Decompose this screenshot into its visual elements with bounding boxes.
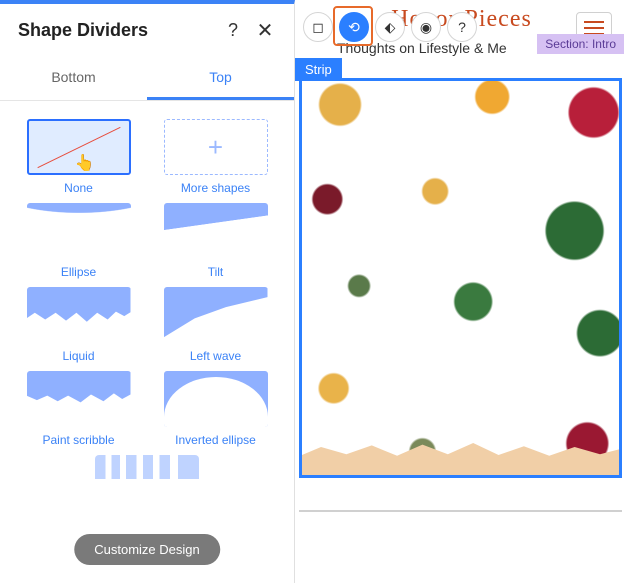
preview-next-section — [299, 510, 622, 560]
option-liquid[interactable]: Liquid — [27, 287, 131, 363]
panel-header: Shape Dividers ? ✕ — [0, 4, 294, 57]
toolbar-stop-button[interactable]: ◻ — [303, 12, 333, 42]
option-none[interactable]: 👆 None — [27, 119, 131, 195]
tabs: Bottom Top — [0, 57, 294, 101]
eye-icon: ◉ — [420, 19, 432, 36]
help-button[interactable]: ? — [222, 20, 244, 41]
close-button[interactable]: ✕ — [254, 18, 276, 43]
preview-area: Honor Pieces Thoughts on Lifestyle & Me … — [295, 0, 628, 583]
liquid-tile — [27, 287, 131, 343]
strip-preview[interactable] — [299, 78, 622, 478]
ellipse-tile — [27, 203, 131, 259]
toolbar-help-button[interactable]: ? — [447, 12, 477, 42]
option-more-label: More shapes — [181, 181, 250, 195]
option-ellipse[interactable]: Ellipse — [27, 203, 131, 279]
option-more-shapes[interactable]: + More shapes — [164, 119, 268, 195]
option-tilt[interactable]: Tilt — [164, 203, 268, 279]
option-liquid-label: Liquid — [62, 349, 94, 363]
help-icon: ? — [458, 19, 466, 35]
option-extra-peek[interactable] — [95, 455, 199, 479]
toolbar-rotate-button[interactable]: ⟲ — [339, 12, 369, 42]
editor-toolbar: ◻ ⟲ ⬖ ◉ ? — [303, 12, 477, 42]
leftwave-tile — [164, 287, 268, 343]
paint-tile — [27, 371, 131, 427]
inv-ellipse-tile — [164, 371, 268, 427]
customize-design-button[interactable]: Customize Design — [74, 534, 220, 565]
option-tilt-label: Tilt — [208, 265, 224, 279]
preview-background — [302, 81, 619, 475]
shape-dividers-panel: Shape Dividers ? ✕ Bottom Top 👆 None + M… — [0, 0, 295, 583]
option-inv-ellipse-label: Inverted ellipse — [175, 433, 256, 447]
option-paint[interactable]: Paint scribble — [27, 371, 131, 447]
arrows-icon: ⬖ — [385, 19, 396, 36]
tab-bottom[interactable]: Bottom — [0, 57, 147, 100]
tilt-tile — [164, 203, 268, 259]
more-tile: + — [164, 119, 268, 175]
plus-icon: + — [208, 134, 223, 160]
tab-top[interactable]: Top — [147, 57, 294, 100]
option-inverted-ellipse[interactable]: Inverted ellipse — [164, 371, 268, 447]
option-ellipse-label: Ellipse — [61, 265, 96, 279]
option-leftwave-label: Left wave — [190, 349, 241, 363]
cursor-icon: 👆 — [75, 153, 95, 173]
option-none-label: None — [64, 181, 93, 195]
stop-icon: ◻ — [312, 19, 324, 36]
toolbar-visibility-button[interactable]: ◉ — [411, 12, 441, 42]
rotate-icon: ⟲ — [348, 19, 360, 36]
toolbar-arrows-button[interactable]: ⬖ — [375, 12, 405, 42]
option-leftwave[interactable]: Left wave — [164, 287, 268, 363]
panel-title: Shape Dividers — [18, 20, 212, 41]
hamburger-icon — [584, 27, 604, 29]
option-paint-label: Paint scribble — [42, 433, 114, 447]
none-tile: 👆 — [27, 119, 131, 175]
shape-grid: 👆 None + More shapes Ellipse Tilt Liquid… — [0, 101, 294, 549]
section-label[interactable]: Section: Intro — [537, 34, 624, 54]
